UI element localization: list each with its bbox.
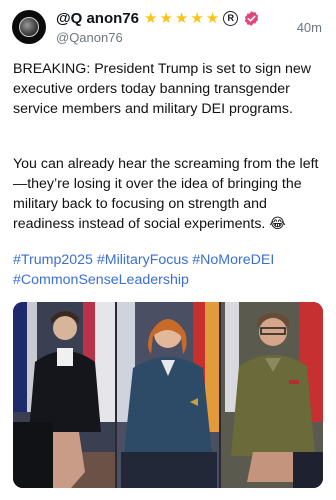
registered-mark-icon: R: [223, 10, 239, 26]
hashtag-link[interactable]: #MilitaryFocus: [97, 252, 188, 268]
star-icon: ★: [159, 9, 173, 27]
post-card: @Q anon76 ★ ★ ★ ★ ★ R @Qanon76 40m BREAK…: [0, 0, 336, 500]
timestamp[interactable]: 40m: [297, 20, 322, 35]
star-icon: ★: [143, 9, 158, 27]
post-paragraph-1: BREAKING: President Trump is set to sign…: [13, 61, 312, 117]
post-image[interactable]: [13, 302, 323, 488]
photo-panel-left: [13, 302, 115, 488]
star-icon: ★: [190, 9, 204, 27]
post-paragraph-2: You can already hear the screaming from …: [13, 156, 319, 232]
name-row: @Q anon76 ★ ★ ★ ★ ★ R: [56, 8, 260, 28]
hashtag-link[interactable]: #Trump2025: [13, 252, 93, 268]
hashtag-list: #Trump2025 #MilitaryFocus #NoMoreDEI #Co…: [13, 250, 325, 290]
hashtag-link[interactable]: #CommonSenseLeadership: [13, 272, 189, 288]
star-icon: ★: [174, 9, 189, 27]
avatar[interactable]: [12, 10, 46, 44]
verified-badge-icon: [245, 10, 259, 26]
hashtag-link[interactable]: #NoMoreDEI: [192, 252, 274, 268]
q-logo-icon: [19, 17, 39, 37]
photo-panel-middle: [117, 302, 219, 488]
star-icon: ★: [205, 9, 220, 27]
display-name[interactable]: @Q anon76: [56, 10, 139, 27]
photo-panel-right: [221, 302, 323, 488]
military-panel-photo: [13, 302, 323, 488]
user-handle[interactable]: @Qanon76: [56, 30, 123, 45]
